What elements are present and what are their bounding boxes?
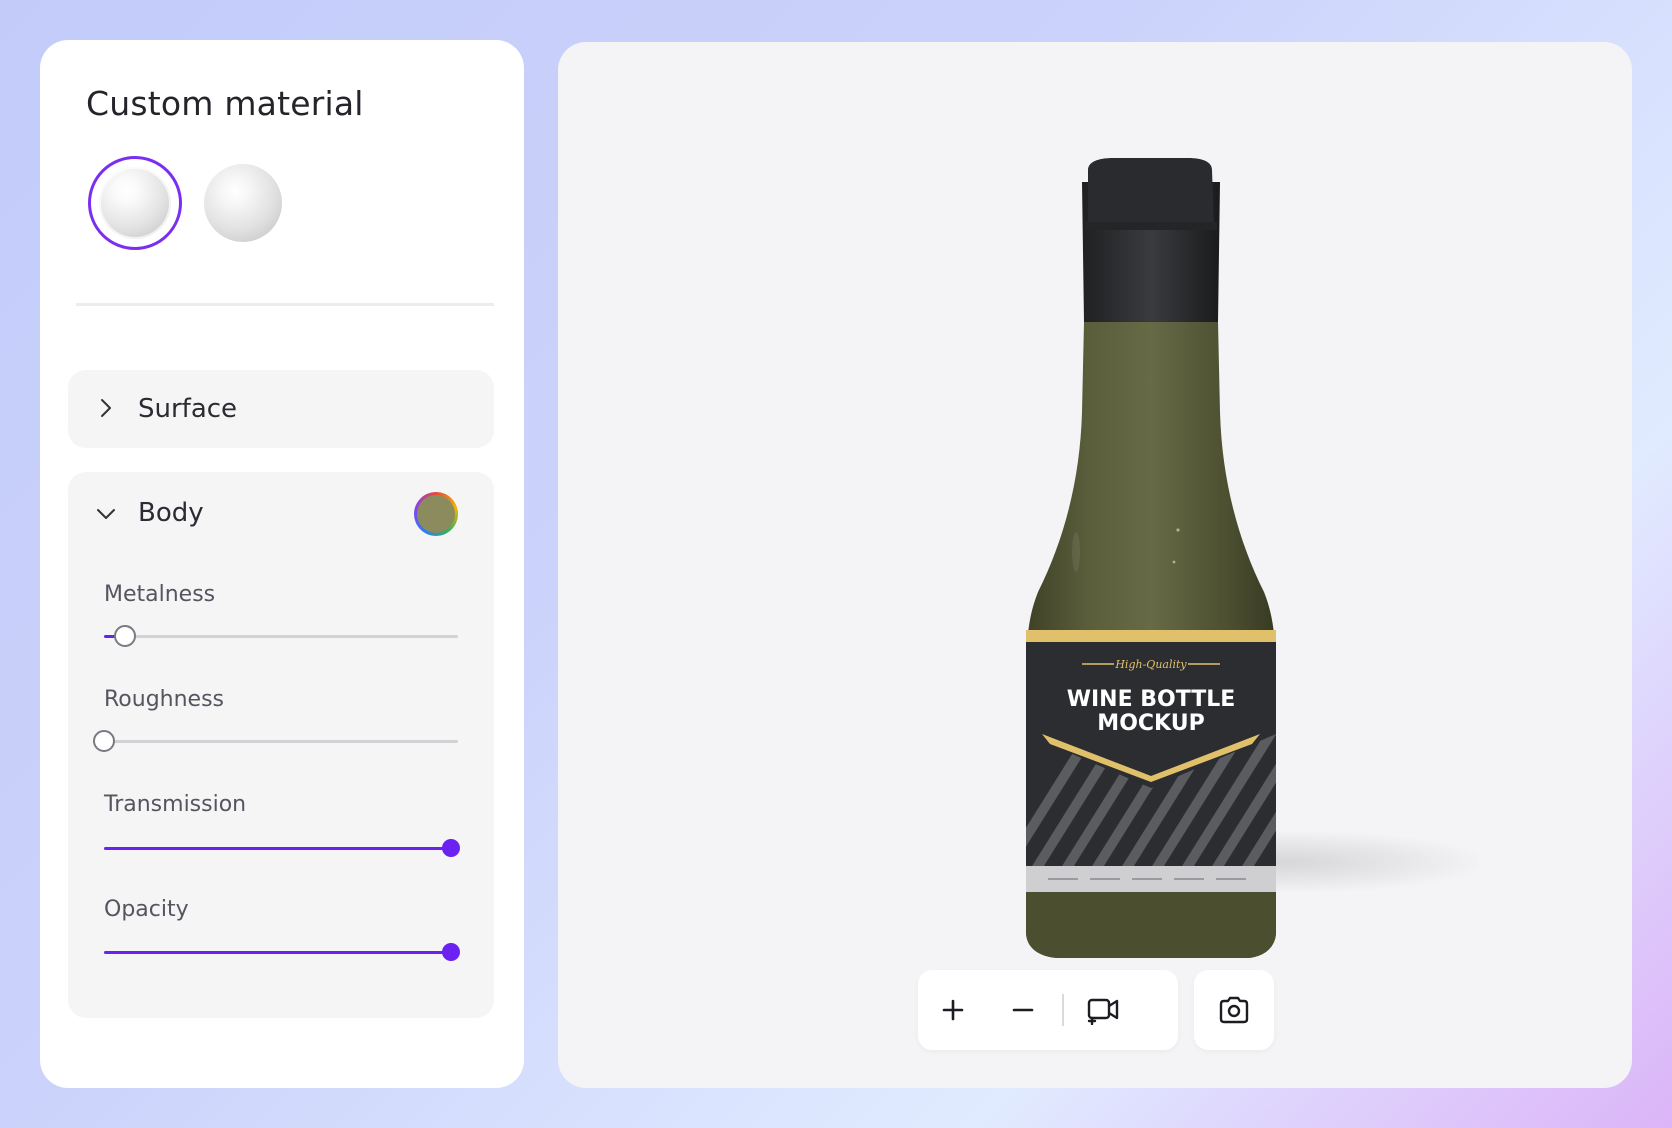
camera-icon bbox=[1219, 996, 1249, 1024]
roughness-slider[interactable] bbox=[93, 730, 458, 752]
3d-viewport[interactable]: High-Quality WINE BOTTLE MOCKUP bbox=[558, 42, 1632, 1088]
accordion-body: Body Metalness Roughness Transmission Op… bbox=[68, 472, 494, 1018]
plus-icon bbox=[942, 999, 964, 1021]
slider-label-transmission: Transmission bbox=[104, 792, 247, 817]
zoom-in-button[interactable] bbox=[918, 970, 988, 1050]
body-color-picker[interactable] bbox=[414, 492, 458, 536]
toolbar-divider bbox=[1062, 994, 1064, 1026]
panel-title: Custom material bbox=[86, 84, 364, 123]
material-swatch-glossy[interactable] bbox=[88, 156, 182, 250]
metalness-slider[interactable] bbox=[104, 625, 458, 647]
label-title-line2: MOCKUP bbox=[1097, 711, 1204, 736]
chevron-down-icon[interactable] bbox=[96, 504, 116, 524]
transmission-slider-thumb[interactable] bbox=[442, 839, 460, 857]
viewer-toolbar bbox=[918, 970, 1178, 1050]
slider-label-metalness: Metalness bbox=[104, 582, 216, 607]
slider-label-roughness: Roughness bbox=[104, 687, 225, 712]
roughness-slider-thumb[interactable] bbox=[93, 730, 115, 752]
chevron-right-icon bbox=[96, 398, 116, 418]
wine-bottle-model[interactable]: High-Quality WINE BOTTLE MOCKUP bbox=[958, 122, 1298, 962]
material-swatch-matte[interactable] bbox=[204, 164, 282, 242]
accordion-surface-label: Surface bbox=[138, 394, 238, 424]
slider-label-opacity: Opacity bbox=[104, 897, 189, 922]
record-video-button[interactable] bbox=[1068, 970, 1138, 1050]
transmission-slider[interactable] bbox=[104, 839, 460, 857]
opacity-slider-fill bbox=[104, 951, 451, 954]
divider bbox=[76, 303, 494, 306]
metalness-slider-thumb[interactable] bbox=[114, 625, 136, 647]
glossy-sphere-icon bbox=[99, 167, 171, 239]
screenshot-button[interactable] bbox=[1194, 970, 1274, 1050]
label-tag-text: High-Quality bbox=[1114, 658, 1187, 671]
video-record-icon bbox=[1087, 998, 1119, 1025]
opacity-slider-thumb[interactable] bbox=[442, 943, 460, 961]
transmission-slider-fill bbox=[104, 847, 451, 850]
body-color-swatch bbox=[417, 495, 455, 533]
label-title-line1: WINE BOTTLE bbox=[1067, 687, 1236, 712]
accordion-body-label[interactable]: Body bbox=[138, 498, 204, 528]
minus-icon bbox=[1012, 1008, 1034, 1012]
accordion-surface[interactable]: Surface bbox=[68, 370, 494, 448]
opacity-slider[interactable] bbox=[104, 943, 460, 961]
zoom-out-button[interactable] bbox=[988, 970, 1058, 1050]
material-panel: Custom material Surface Body Metalness R… bbox=[40, 40, 524, 1088]
